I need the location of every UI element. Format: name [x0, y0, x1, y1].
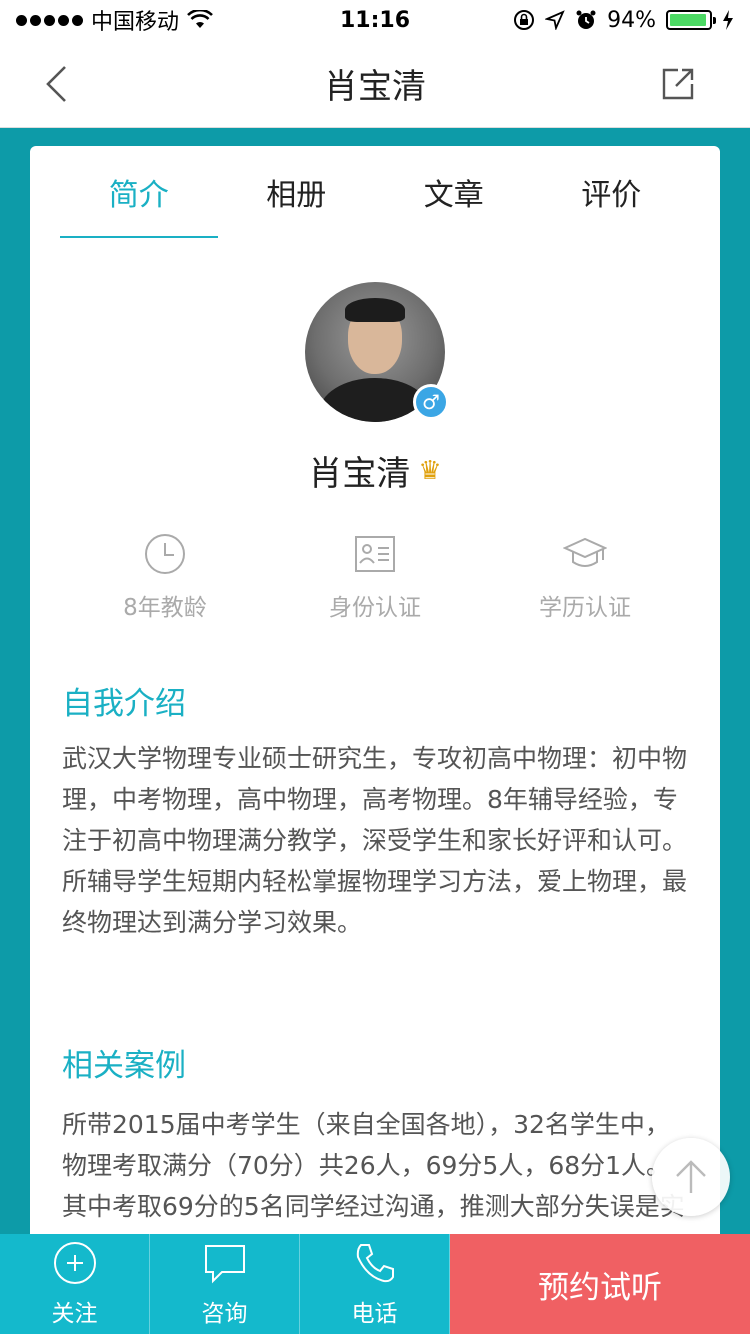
clock-icon [145, 534, 185, 574]
chat-bubble-icon [204, 1245, 245, 1284]
crown-icon: ♛ [418, 455, 442, 486]
plus-circle-icon [53, 1242, 96, 1284]
graduation-cap-icon [563, 537, 607, 567]
bottom-action-bar: 关注 咨询 电话 预约试听 [0, 1234, 750, 1334]
follow-button[interactable]: 关注 [0, 1234, 150, 1334]
male-icon: ♂ [413, 384, 449, 420]
profile-card: 简介 相册 文章 评价 ♂ 肖宝清 ♛ 8年教龄 身份认证 学历认证 自我介绍 … [30, 146, 720, 1334]
phone-icon [356, 1244, 394, 1283]
battery-percent: 94% [607, 7, 656, 33]
id-card-icon [355, 536, 395, 572]
location-icon [545, 10, 565, 30]
wifi-icon [187, 10, 213, 28]
status-right: 94% [513, 8, 734, 33]
rotation-lock-icon [514, 10, 535, 30]
charging-icon [723, 10, 733, 30]
book-trial-button[interactable]: 预约试听 [450, 1234, 750, 1334]
share-icon [662, 68, 694, 100]
intro-heading: 自我介绍 [62, 686, 186, 722]
nav-bar: 肖宝清 [0, 40, 750, 128]
intro-text: 武汉大学物理专业硕士研究生，专攻初高中物理：初中物理，中考物理，高中物理，高考物… [62, 744, 688, 937]
avatar-wrapper: ♂ [305, 282, 449, 422]
badge-label: 8年教龄 [123, 595, 207, 621]
status-bar: 中国移动 11:16 94% [0, 0, 750, 40]
chevron-left-icon [46, 66, 66, 102]
tab-reviews[interactable]: 评价 [533, 146, 691, 238]
badge-identity: 身份认证 [270, 532, 480, 622]
back-button[interactable] [36, 62, 76, 106]
share-button[interactable] [658, 64, 698, 104]
consult-button[interactable]: 咨询 [150, 1234, 300, 1334]
cases-heading: 相关案例 [62, 1048, 186, 1084]
badge-education: 学历认证 [480, 532, 690, 622]
battery-icon [666, 10, 716, 30]
signal-icon [16, 14, 83, 26]
tab-bar: 简介 相册 文章 评价 [30, 146, 720, 238]
tab-album[interactable]: 相册 [218, 146, 376, 238]
tab-intro[interactable]: 简介 [60, 146, 218, 238]
credential-badges: 8年教龄 身份认证 学历认证 [30, 532, 720, 622]
badge-label: 身份认证 [329, 595, 421, 621]
phone-button[interactable]: 电话 [300, 1234, 450, 1334]
page-title: 肖宝清 [324, 67, 426, 107]
status-left: 中国移动 [16, 4, 213, 36]
arrow-up-icon [676, 1160, 706, 1193]
badge-label: 学历认证 [539, 595, 631, 621]
scroll-top-button[interactable] [652, 1138, 730, 1216]
phone-label: 电话 [351, 1301, 398, 1327]
carrier-label: 中国移动 [91, 10, 180, 35]
teacher-name: 肖宝清 [308, 454, 411, 494]
badge-teaching-years: 8年教龄 [60, 532, 270, 622]
consult-label: 咨询 [201, 1301, 248, 1327]
tab-articles[interactable]: 文章 [375, 146, 533, 238]
name-row: 肖宝清 ♛ [30, 446, 720, 495]
follow-label: 关注 [51, 1301, 98, 1327]
alarm-icon [576, 10, 596, 29]
